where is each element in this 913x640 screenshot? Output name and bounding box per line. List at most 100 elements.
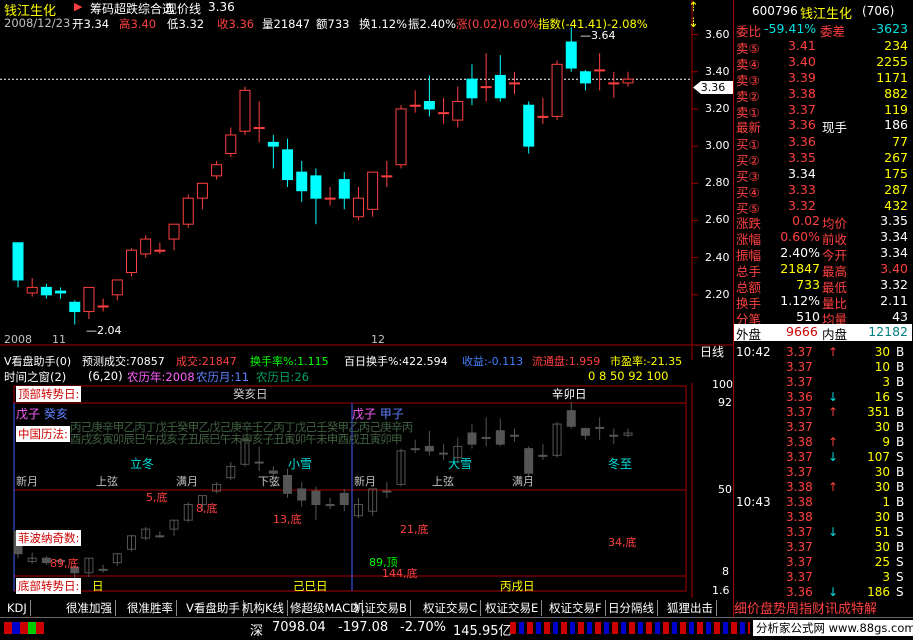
candle-body [480, 86, 492, 89]
wuzi-label: 戊子 [16, 407, 41, 421]
fib-21: 21,底 [400, 523, 429, 536]
weibi-row: 委比 -59.41% 委差 -3623 [736, 21, 910, 39]
price-axis-label: 2.60 [705, 213, 730, 227]
tick-arrow: ↑ [828, 480, 839, 494]
ask-price: 3.41 [788, 38, 816, 53]
candle-body [324, 197, 336, 200]
site-banner-text[interactable]: 分析家公式网 www.88gs.com [756, 621, 913, 635]
market-name: 深 [250, 624, 264, 639]
ask-row[interactable]: 卖④ 3.40 2255 [736, 54, 908, 72]
tick-price: 3.38 [786, 435, 813, 449]
bid-row[interactable]: 买② 3.35 267 [736, 150, 908, 168]
tick-price: 3.37 [786, 375, 813, 389]
ri-xian-text[interactable]: 日线 [700, 345, 724, 359]
scroll-up-icon[interactable]: ⇡ [688, 0, 699, 15]
candle-body [296, 171, 308, 192]
ask-row[interactable]: 卖② 3.38 882 [736, 86, 908, 104]
bid-volume: 267 [884, 150, 908, 165]
scroll-down-icon[interactable]: ⇣ [688, 16, 699, 31]
tab-8[interactable]: 权证交易E [482, 600, 543, 616]
bid-price: 3.33 [788, 182, 816, 197]
tick-volume: 30 [874, 510, 890, 524]
ghost-candle-body [424, 445, 434, 452]
waipan-value: 9666 [786, 324, 818, 339]
stat-value-1: 0.60% [780, 229, 820, 244]
stat-value-1: 21847 [780, 261, 820, 276]
kline-chart[interactable] [0, 0, 735, 360]
market-index: 7098.04 [272, 620, 326, 635]
tick-row: 3.36 ↓ 16 S [736, 390, 908, 406]
ghost-candle-body [467, 432, 477, 445]
indicator-name[interactable]: V看盘助手(0) [4, 353, 71, 367]
tick-volume: 16 [874, 390, 890, 404]
tick-volume: 3 [882, 375, 890, 389]
tab-3[interactable]: V看盘助手 [183, 600, 244, 616]
candle-body [154, 249, 166, 252]
bottom-turn-text: 底部转势日: [18, 579, 80, 593]
tab-1[interactable]: 很准加强 [63, 600, 116, 616]
candle-body [168, 223, 180, 240]
taskbar-blocks-icon [4, 622, 44, 634]
current-price-tag-text: 3.36 [700, 81, 726, 94]
tick-volume: 107 [867, 450, 890, 464]
tab-9[interactable]: 权证交易F [546, 600, 606, 616]
price-axis-label: 3.00 [705, 139, 730, 153]
ri-xian-label[interactable]: 日线 [700, 343, 724, 360]
tab-6[interactable]: 机证交易B [350, 600, 411, 616]
ask-row[interactable]: 卖③ 3.39 1171 [736, 70, 908, 88]
stat-row: 换手 1.12% 量比 2.11 [736, 293, 908, 311]
tick-side: B [896, 540, 905, 554]
tab-0[interactable]: KDJ [4, 600, 31, 616]
tab-10[interactable]: 日分隔线 [605, 600, 658, 616]
ask-price: 3.40 [788, 54, 816, 69]
candle-body [196, 182, 208, 199]
fib-label: 菲波纳奇数: [16, 530, 82, 546]
tick-price: 3.37 [786, 540, 813, 554]
ghost-candle-body [609, 434, 619, 437]
ask-row[interactable]: 卖⑤ 3.41 234 [736, 38, 908, 56]
tab-4[interactable]: 机构K线 [239, 600, 289, 616]
candle-body [551, 63, 563, 117]
candle-body [352, 197, 364, 218]
tick-volume: 30 [874, 465, 890, 479]
time-window-right-values: 0 8 50 92 100 [588, 369, 669, 383]
candle-body [282, 149, 294, 181]
candle-body [367, 171, 379, 210]
tick-side: B [896, 420, 905, 434]
top-turn-label: 顶部转势日: [16, 386, 82, 402]
term-dongzhi: 冬至 [608, 457, 633, 471]
ask-volume: 2255 [876, 54, 908, 69]
bid-row[interactable]: 买③ 3.34 175 [736, 166, 908, 184]
top-turn-text: 顶部转势日: [18, 387, 80, 401]
status-bars-icon [510, 622, 750, 634]
tab-7[interactable]: 权证交易C [420, 600, 482, 616]
tick-price: 3.37 [786, 465, 813, 479]
bid-row[interactable]: 买① 3.36 77 [736, 134, 908, 152]
min-price-label: —2.04 [86, 324, 122, 337]
ghost-candle-body [410, 448, 420, 451]
tick-row: 3.37 3 B [736, 375, 908, 391]
tab-11[interactable]: 狐狸出击 [664, 600, 717, 616]
price-axis-label: 3.60 [705, 27, 730, 41]
site-banner[interactable]: 分析家公式网 www.88gs.com [753, 620, 913, 636]
ji-si-day: 己巳日 [293, 579, 328, 593]
candle-body [395, 108, 407, 166]
date-axis-12: 12 [371, 333, 385, 346]
max-price-value: 3.64 [591, 29, 616, 42]
tab-2[interactable]: 很准胜率 [124, 600, 177, 616]
ask-price: 3.39 [788, 70, 816, 85]
tick-price: 3.38 [786, 510, 813, 524]
indicator-pe: 市盈率:-21.35 [610, 355, 683, 367]
tw-scale-50: 50 [718, 483, 732, 496]
stat-row: 总额 733 最低 3.32 [736, 277, 908, 295]
tick-volume: 30 [874, 345, 890, 359]
fib-34: 34,底 [608, 536, 637, 549]
fib-8: 8,底 [196, 502, 218, 515]
tick-price: 3.37 [786, 360, 813, 374]
ghost-candle-body [566, 410, 576, 427]
bid-row[interactable]: 买④ 3.33 287 [736, 182, 908, 200]
candle-body [12, 242, 24, 281]
ghost-candle-body [439, 452, 449, 455]
moon-7: 满月 [512, 475, 534, 488]
candle-body [423, 101, 435, 110]
